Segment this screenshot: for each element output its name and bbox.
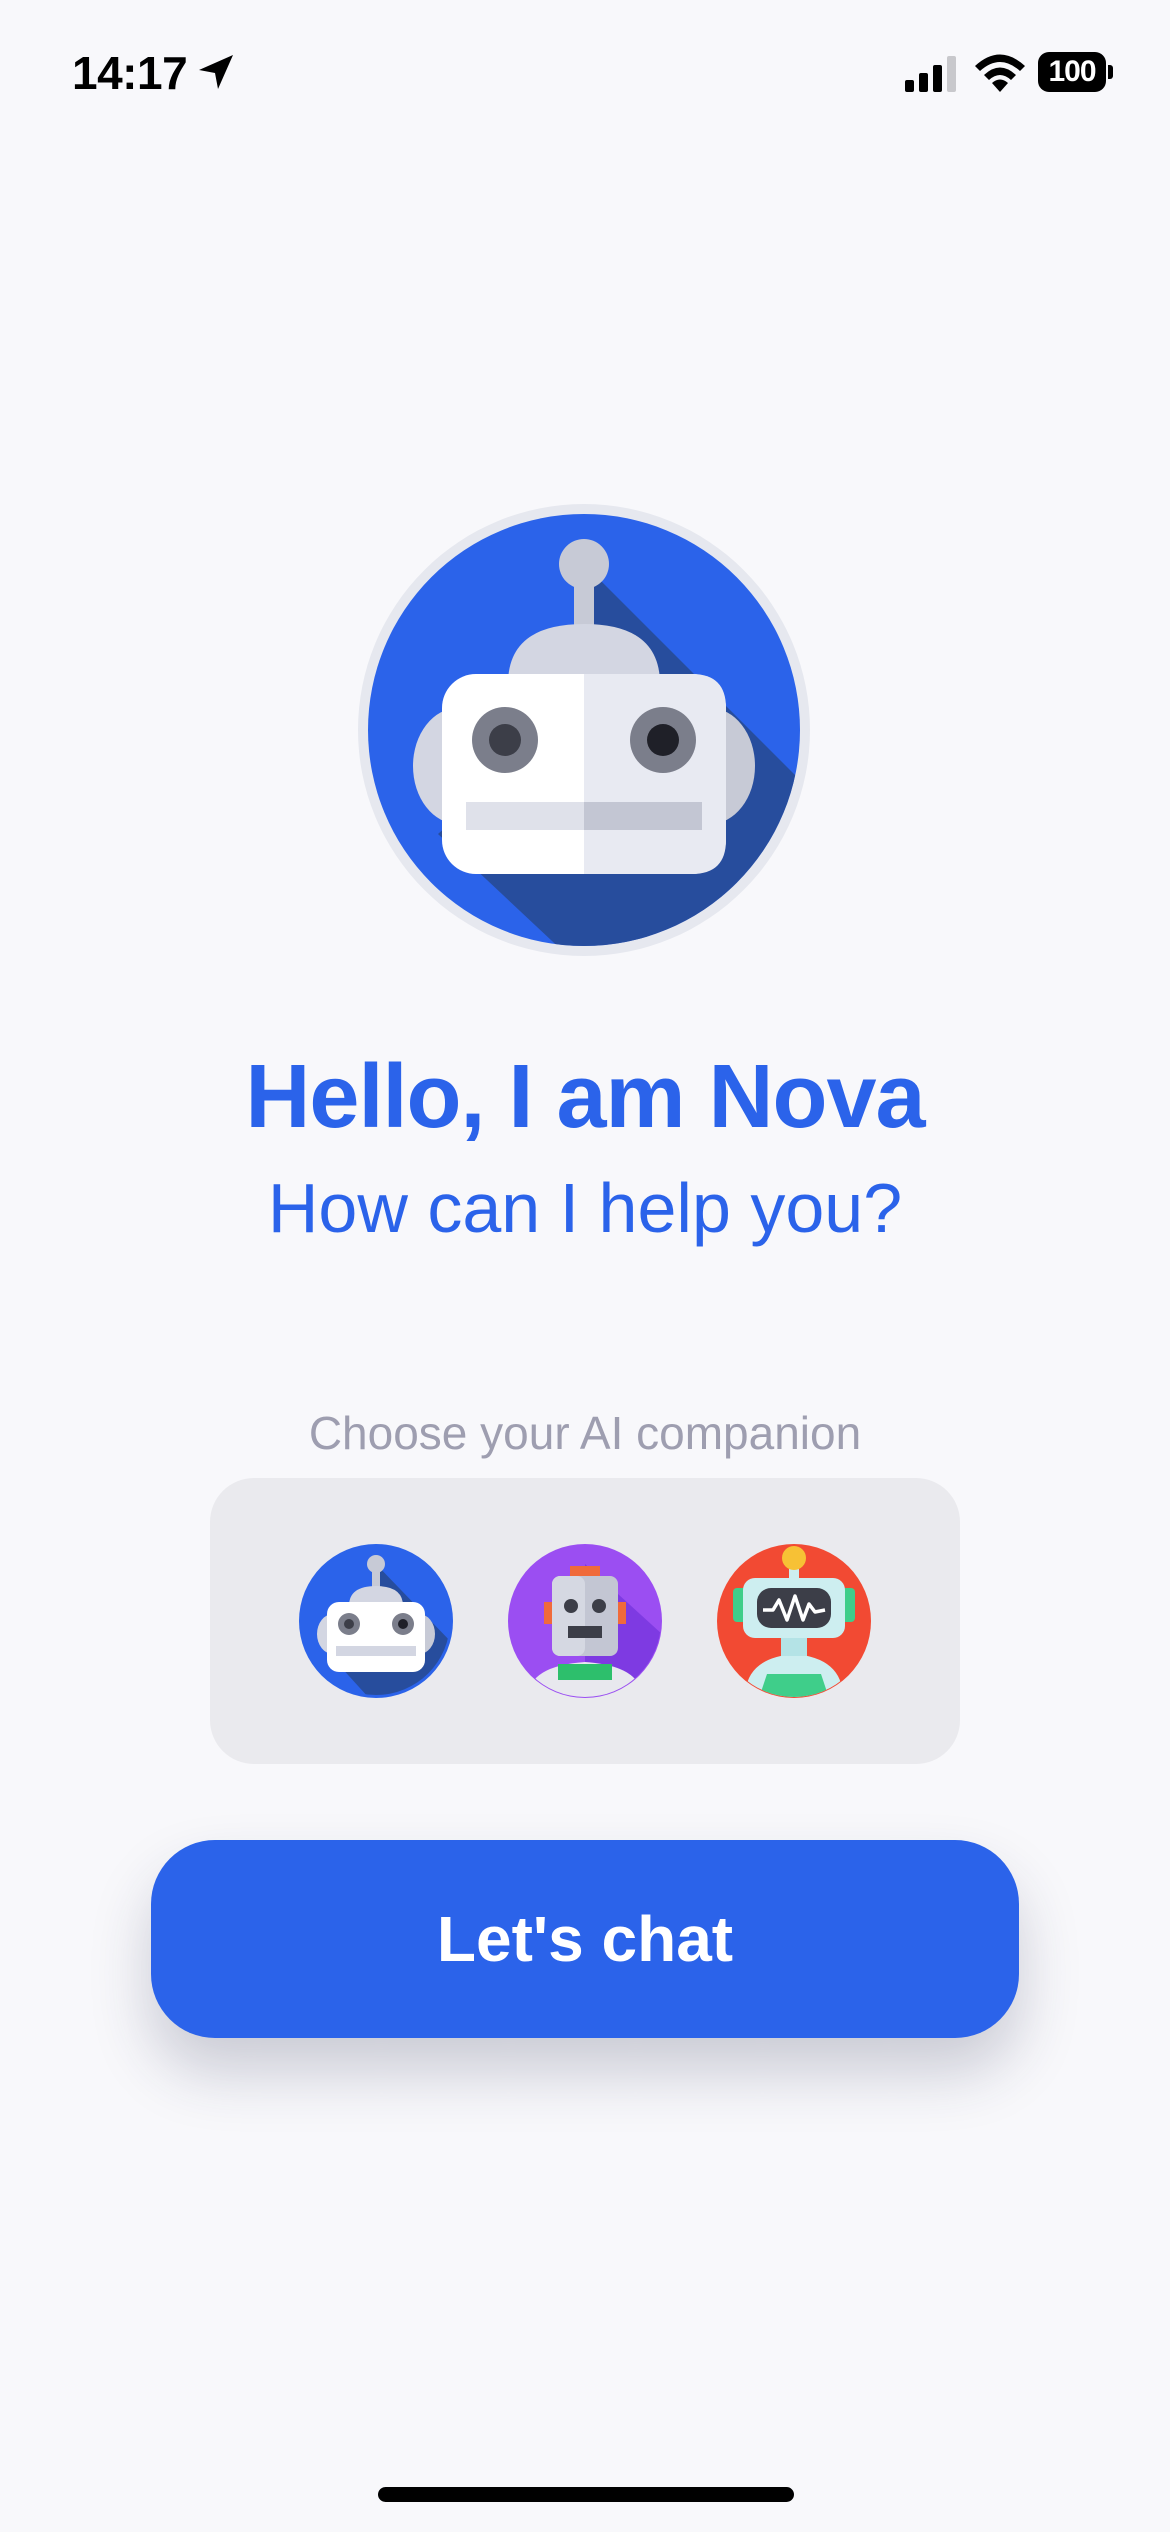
companion-option-blue[interactable] xyxy=(299,1544,453,1698)
battery-indicator: 100 xyxy=(1038,52,1113,92)
wifi-icon xyxy=(975,54,1025,92)
purple-robot-icon xyxy=(508,1544,662,1698)
greeting-subtitle: How can I help you? xyxy=(267,1169,903,1247)
cellular-signal-icon xyxy=(905,56,956,92)
companion-picker xyxy=(210,1478,960,1764)
location-arrow-icon xyxy=(199,55,233,89)
home-indicator[interactable] xyxy=(378,2487,794,2502)
status-bar: 14:17 100 xyxy=(0,0,1170,150)
lets-chat-button[interactable]: Let's chat xyxy=(151,1840,1019,2038)
companion-picker-label: Choose your AI companion xyxy=(308,1407,862,1459)
companion-option-red[interactable] xyxy=(717,1544,871,1698)
blue-robot-icon xyxy=(299,1544,453,1698)
battery-level: 100 xyxy=(1038,52,1106,92)
greeting-title: Hello, I am Nova xyxy=(245,1047,925,1147)
red-robot-icon xyxy=(717,1544,871,1698)
companion-option-purple[interactable] xyxy=(508,1544,662,1698)
robot-icon xyxy=(358,504,810,956)
battery-tip xyxy=(1108,65,1113,79)
status-time: 14:17 xyxy=(72,47,188,99)
